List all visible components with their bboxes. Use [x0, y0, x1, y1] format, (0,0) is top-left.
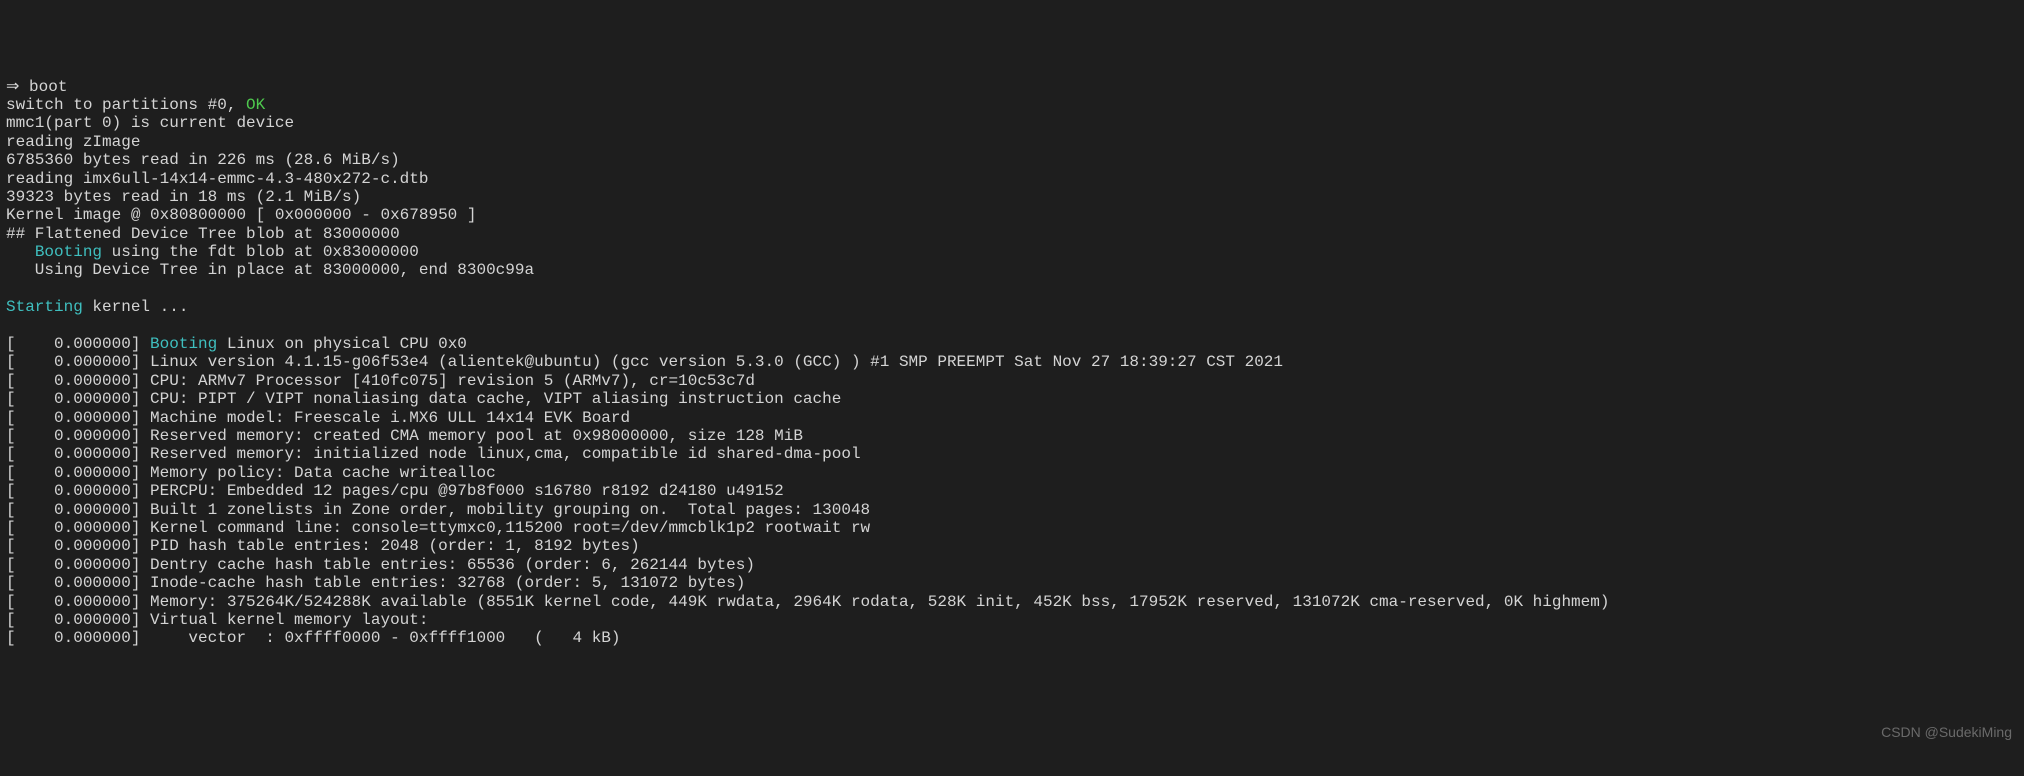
terminal-text: [ 0.000000]: [6, 335, 150, 353]
terminal-line: ## Flattened Device Tree blob at 8300000…: [6, 225, 2018, 243]
terminal-line: Booting using the fdt blob at 0x83000000: [6, 243, 2018, 261]
terminal-line: [ 0.000000] Virtual kernel memory layout…: [6, 611, 2018, 629]
terminal-text: [ 0.000000] Reserved memory: created CMA…: [6, 427, 803, 445]
terminal-line: [ 0.000000] PID hash table entries: 2048…: [6, 537, 2018, 555]
terminal-text: [ 0.000000] Virtual kernel memory layout…: [6, 611, 428, 629]
terminal-line: 39323 bytes read in 18 ms (2.1 MiB/s): [6, 188, 2018, 206]
terminal-line: switch to partitions #0, OK: [6, 96, 2018, 114]
terminal-text: Linux on physical CPU 0x0: [217, 335, 467, 353]
terminal-line: ⇒ boot: [6, 78, 2018, 96]
terminal-text: [ 0.000000] Memory policy: Data cache wr…: [6, 464, 496, 482]
terminal-text: kernel ...: [83, 298, 189, 316]
terminal-text: [ 0.000000] vector : 0xffff0000 - 0xffff…: [6, 629, 621, 647]
terminal-text: Booting: [150, 335, 217, 353]
terminal-text: using the fdt blob at 0x83000000: [102, 243, 419, 261]
terminal-text: ⇒ boot: [6, 78, 67, 96]
terminal-text: [6, 243, 35, 261]
terminal-text: [ 0.000000] Memory: 375264K/524288K avai…: [6, 593, 1609, 611]
terminal-line: mmc1(part 0) is current device: [6, 114, 2018, 132]
terminal-text: reading imx6ull-14x14-emmc-4.3-480x272-c…: [6, 170, 428, 188]
terminal-line: reading imx6ull-14x14-emmc-4.3-480x272-c…: [6, 170, 2018, 188]
terminal-text: [ 0.000000] Machine model: Freescale i.M…: [6, 409, 630, 427]
terminal-text: [ 0.000000] Reserved memory: initialized…: [6, 445, 861, 463]
terminal-line: [ 0.000000] Reserved memory: initialized…: [6, 445, 2018, 463]
terminal-text: Booting: [35, 243, 102, 261]
terminal-line: [ 0.000000] Dentry cache hash table entr…: [6, 556, 2018, 574]
watermark: CSDN @SudekiMing: [1881, 724, 2012, 740]
terminal-text: ## Flattened Device Tree blob at 8300000…: [6, 225, 400, 243]
terminal-line: Kernel image @ 0x80800000 [ 0x000000 - 0…: [6, 206, 2018, 224]
terminal-text: Kernel image @ 0x80800000 [ 0x000000 - 0…: [6, 206, 476, 224]
terminal-text: [ 0.000000] PID hash table entries: 2048…: [6, 537, 640, 555]
terminal-text: mmc1(part 0) is current device: [6, 114, 294, 132]
terminal-text: Using Device Tree in place at 83000000, …: [6, 261, 534, 279]
terminal-line: [6, 317, 2018, 335]
terminal-line: [ 0.000000] Linux version 4.1.15-g06f53e…: [6, 353, 2018, 371]
terminal-line: [ 0.000000] CPU: PIPT / VIPT nonaliasing…: [6, 390, 2018, 408]
terminal-line: Using Device Tree in place at 83000000, …: [6, 261, 2018, 279]
terminal-text: Starting: [6, 298, 83, 316]
terminal-text: [ 0.000000] CPU: PIPT / VIPT nonaliasing…: [6, 390, 841, 408]
terminal-text: [ 0.000000] Linux version 4.1.15-g06f53e…: [6, 353, 1283, 371]
terminal-line: Starting kernel ...: [6, 298, 2018, 316]
terminal-text: 6785360 bytes read in 226 ms (28.6 MiB/s…: [6, 151, 400, 169]
terminal-line: [ 0.000000] Built 1 zonelists in Zone or…: [6, 501, 2018, 519]
terminal-line: [ 0.000000] Memory policy: Data cache wr…: [6, 464, 2018, 482]
terminal-line: [ 0.000000] Reserved memory: created CMA…: [6, 427, 2018, 445]
terminal-output[interactable]: ⇒ bootswitch to partitions #0, OKmmc1(pa…: [6, 78, 2018, 648]
terminal-text: 39323 bytes read in 18 ms (2.1 MiB/s): [6, 188, 361, 206]
terminal-line: [ 0.000000] CPU: ARMv7 Processor [410fc0…: [6, 372, 2018, 390]
terminal-text: [ 0.000000] Built 1 zonelists in Zone or…: [6, 501, 870, 519]
terminal-line: [6, 280, 2018, 298]
terminal-line: reading zImage: [6, 133, 2018, 151]
terminal-line: [ 0.000000] Memory: 375264K/524288K avai…: [6, 593, 2018, 611]
terminal-line: [ 0.000000] PERCPU: Embedded 12 pages/cp…: [6, 482, 2018, 500]
terminal-text: switch to partitions #0,: [6, 96, 246, 114]
terminal-line: [ 0.000000] Machine model: Freescale i.M…: [6, 409, 2018, 427]
terminal-line: [ 0.000000] Booting Linux on physical CP…: [6, 335, 2018, 353]
terminal-text: OK: [246, 96, 265, 114]
terminal-text: [ 0.000000] CPU: ARMv7 Processor [410fc0…: [6, 372, 755, 390]
terminal-text: [ 0.000000] Inode-cache hash table entri…: [6, 574, 745, 592]
terminal-line: [ 0.000000] Inode-cache hash table entri…: [6, 574, 2018, 592]
terminal-text: [ 0.000000] PERCPU: Embedded 12 pages/cp…: [6, 482, 784, 500]
terminal-line: [ 0.000000] vector : 0xffff0000 - 0xffff…: [6, 629, 2018, 647]
terminal-text: [ 0.000000] Dentry cache hash table entr…: [6, 556, 755, 574]
terminal-line: 6785360 bytes read in 226 ms (28.6 MiB/s…: [6, 151, 2018, 169]
terminal-text: [ 0.000000] Kernel command line: console…: [6, 519, 870, 537]
terminal-line: [ 0.000000] Kernel command line: console…: [6, 519, 2018, 537]
terminal-text: reading zImage: [6, 133, 140, 151]
